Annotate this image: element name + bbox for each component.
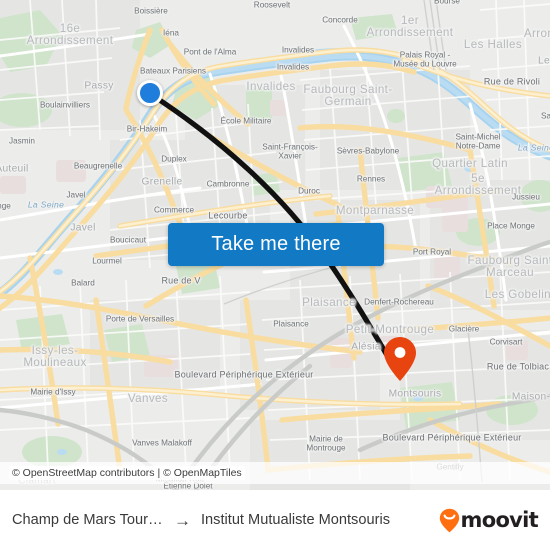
- take-me-there-button[interactable]: Take me there: [168, 223, 384, 266]
- moovit-route-screen: Boissière Roosevelt Concorde Bourse Iéna 16e A…: [0, 0, 550, 550]
- origin-marker[interactable]: [137, 80, 163, 106]
- arrow-right-icon: →: [174, 510, 191, 530]
- destination-marker[interactable]: [383, 336, 417, 382]
- footer-origin-label: Champ de Mars Tour Eiffel: [12, 512, 164, 528]
- moovit-wordmark: moovit: [460, 508, 539, 532]
- map-viewport[interactable]: Boissière Roosevelt Concorde Bourse Iéna 16e A…: [0, 0, 550, 490]
- footer-destination-label: Institut Mutualiste Montsouris: [201, 512, 390, 528]
- route-footer: Champ de Mars Tour Eiffel → Institut Mut…: [0, 490, 550, 550]
- map-canvas[interactable]: Boissière Roosevelt Concorde Bourse Iéna 16e A…: [0, 0, 550, 490]
- moovit-pin-smiley-icon: [439, 508, 460, 533]
- moovit-logo[interactable]: moovit: [439, 507, 539, 533]
